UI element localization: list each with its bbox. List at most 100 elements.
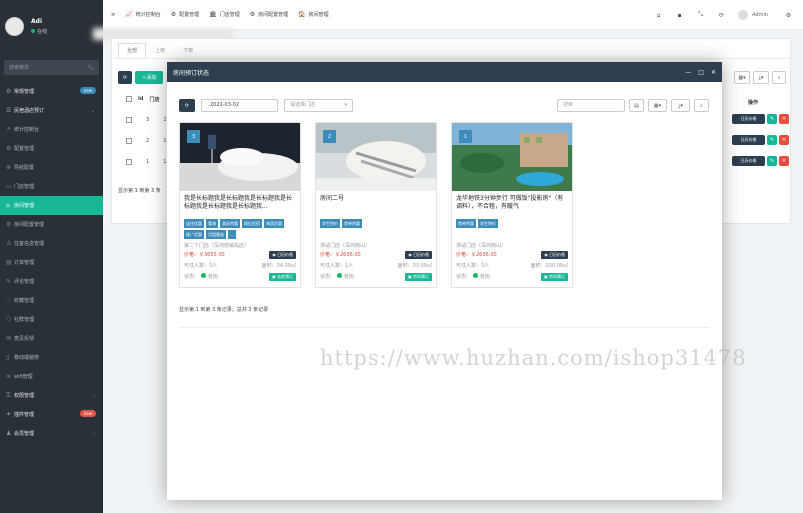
sidebar-item[interactable]: ▭ 门店管理 xyxy=(0,177,103,196)
row-checkbox[interactable] xyxy=(126,117,132,123)
fullscreen-icon[interactable]: ⤡ xyxy=(690,11,711,19)
sidebar-item[interactable]: ♡ 收藏管理 xyxy=(0,291,103,310)
topnav-tab[interactable]: ⚙ 房间配置管理 xyxy=(245,0,293,30)
export-button[interactable]: ⤓▾ xyxy=(753,71,769,84)
new-badge: new xyxy=(79,87,96,94)
calendar-price-button[interactable]: 日历价格 xyxy=(732,135,765,145)
sidebar-item[interactable]: ⌂ 房间管理 xyxy=(0,196,103,215)
room-tag: 学生特价 xyxy=(478,219,498,228)
search-icon[interactable]: 🔍︎ xyxy=(88,65,94,71)
grid-button[interactable]: ▦▾ xyxy=(648,99,667,112)
trash-icon[interactable]: ▪ xyxy=(669,12,690,19)
room-card[interactable]: 3 我是长标题我是长标题我是长标题我是长标题我是长标题我是长标题我... 连住优惠看… xyxy=(179,122,301,288)
table-row[interactable]: 11 xyxy=(126,159,166,165)
status-dot-icon xyxy=(473,273,479,278)
sidebar-item[interactable]: ▯ 移动端装修 xyxy=(0,348,103,367)
menu-toggle-icon[interactable]: ≡ xyxy=(103,0,120,30)
sidebar-item[interactable]: ⚇ 社群管理 xyxy=(0,310,103,329)
panel-tab[interactable]: 下架 xyxy=(174,43,202,58)
comment-icon: ✎ xyxy=(6,278,12,285)
refresh-icon[interactable]: ⟳ xyxy=(711,12,732,19)
topnav-tab[interactable]: ⚙ 配置管理 xyxy=(166,0,204,30)
book-room-button[interactable]: ▣ 去房预订 xyxy=(268,272,296,281)
search-toggle-button[interactable]: ⌕ xyxy=(772,71,786,84)
calendar-price-button[interactable]: ◉ 日历价格 xyxy=(405,250,432,259)
delete-icon[interactable]: ✕ xyxy=(779,114,789,124)
edit-icon[interactable]: ✎ xyxy=(767,135,777,145)
room-image[interactable]: 1 xyxy=(452,123,572,191)
sidebar-item-label: 意见反馈 xyxy=(14,336,35,342)
sidebar-item[interactable]: ⚿ 权限管理 ‹ xyxy=(0,386,103,405)
settings-icon[interactable]: ⚙ xyxy=(778,12,799,19)
calendar-price-button[interactable]: ◉ 日历价格 xyxy=(541,250,568,259)
home-icon[interactable]: ⌂ xyxy=(648,12,669,19)
room-title[interactable]: 房间二号 xyxy=(316,191,436,219)
table-row[interactable]: 21 xyxy=(126,138,166,144)
sidebar-item[interactable]: ♙ 住客信息管理 xyxy=(0,234,103,253)
admin-avatar[interactable] xyxy=(738,10,749,20)
user-panel: Adi 在线 xyxy=(0,0,103,52)
sidebar-search-input[interactable]: 搜索菜单 xyxy=(9,64,29,71)
edit-icon[interactable]: ✎ xyxy=(767,114,777,124)
columns-button[interactable]: ▦▾ xyxy=(734,71,750,84)
gear-icon: ⚙ xyxy=(6,88,12,95)
calendar-price-button[interactable]: 日历价格 xyxy=(732,114,765,124)
room-card[interactable]: 2 房间二号 学生特价 首单特惠 测试门店（深圳南山） 价格：￥2636.00 ◉ 日历价格… xyxy=(315,122,437,288)
calendar-price-button[interactable]: ◉ 日历价格 xyxy=(269,250,296,259)
admin-name[interactable]: Admin xyxy=(752,12,768,18)
edit-icon[interactable]: ✎ xyxy=(767,156,777,166)
date-input[interactable]: 2021-03-02 xyxy=(201,99,278,112)
sidebar-item[interactable]: ✉ 意见反馈 xyxy=(0,329,103,348)
maximize-icon[interactable]: □ xyxy=(698,69,704,76)
row-checkbox[interactable] xyxy=(126,138,132,144)
modal-export-button[interactable]: ⤓▾ xyxy=(671,99,690,112)
room-tag: 月租惠选 xyxy=(206,230,226,239)
room-capacity: 可住人数：3人 xyxy=(456,263,490,269)
sidebar-item[interactable]: ☰ 民宿酒店预订 ⌄ xyxy=(0,101,103,120)
topnav-tab[interactable]: 🏛 门店管理 xyxy=(204,0,245,30)
avatar[interactable] xyxy=(5,16,24,36)
add-button[interactable]: ＋添加 xyxy=(135,71,163,84)
row-actions: 日历价格 ✎ ✕ xyxy=(732,114,789,124)
sidebar-item[interactable]: ♟ 会员管理 ‹ xyxy=(0,424,103,443)
minimize-icon[interactable]: — xyxy=(685,69,691,76)
room-title[interactable]: 龙华地铁3分钟步行 可做饭"投影房"（有调料），不合租，有暖气 xyxy=(452,191,572,219)
sidebar-item[interactable]: ↗ 统计控制台 xyxy=(0,120,103,139)
store-select[interactable]: 请选择门店 ▾ xyxy=(284,99,353,112)
sidebar-item[interactable]: ≋ wifi管理 xyxy=(0,367,103,386)
sidebar-item[interactable]: ⚙ 常规管理 new xyxy=(0,82,103,101)
sidebar-item[interactable]: ⊕ 导航配置 xyxy=(0,158,103,177)
room-image[interactable]: 3 xyxy=(180,123,300,191)
book-room-button[interactable]: ▣ 房间预订 xyxy=(540,272,568,281)
modal-header: 房间预订状态 — □ ✕ xyxy=(167,62,722,82)
sidebar: Adi 在线 搜索菜单 🔍︎ ⚙ 常规管理 new ☰ 民宿酒店预订 ⌄ ↗ 统计控制台 ⚙ 配置… xyxy=(0,0,103,513)
book-room-button[interactable]: ▣ 房间预订 xyxy=(404,272,432,281)
sidebar-item[interactable]: ✎ 评论管理 xyxy=(0,272,103,291)
sidebar-search[interactable]: 搜索菜单 🔍︎ xyxy=(4,60,99,75)
topnav-tab[interactable]: 🏠 房间管理 xyxy=(293,0,334,30)
table-row[interactable]: 32 xyxy=(126,117,166,123)
room-tag: 看海 xyxy=(206,219,218,228)
room-image[interactable]: 2 xyxy=(316,123,436,191)
topnav-tab[interactable]: 📈 统计控制台 xyxy=(120,0,166,30)
topnav-label: 房间管理 xyxy=(308,12,329,18)
delete-icon[interactable]: ✕ xyxy=(779,135,789,145)
room-title[interactable]: 我是长标题我是长标题我是长标题我是长标题我是长标题我是长标题我... xyxy=(180,191,300,219)
select-all-checkbox[interactable] xyxy=(126,96,132,102)
panel-tab[interactable]: 全部 xyxy=(118,43,147,58)
sidebar-item[interactable]: ✦ 插件管理 new xyxy=(0,405,103,424)
modal-search-button[interactable]: ⌕ xyxy=(694,99,709,112)
calendar-price-button[interactable]: 日历价格 xyxy=(732,156,765,166)
modal-search-input[interactable]: 搜索 xyxy=(557,99,625,112)
modal-refresh-button[interactable]: ⟳ xyxy=(179,99,195,112)
sidebar-item[interactable]: ⚙ 配置管理 xyxy=(0,139,103,158)
close-icon[interactable]: ✕ xyxy=(711,69,716,76)
sidebar-item[interactable]: ▤ 订单管理 xyxy=(0,253,103,272)
panel-tab[interactable]: 上架 xyxy=(146,43,174,58)
delete-icon[interactable]: ✕ xyxy=(779,156,789,166)
row-checkbox[interactable] xyxy=(126,159,132,165)
sidebar-item[interactable]: ⚙ 房间配置管理 xyxy=(0,215,103,234)
room-card[interactable]: 1 龙华地铁3分钟步行 可做饭"投影房"（有调料），不合租，有暖气 首单特惠 学生特价… xyxy=(451,122,573,288)
card-view-button[interactable]: ▤ xyxy=(629,99,644,112)
refresh-button[interactable]: ⟳ xyxy=(118,71,132,84)
